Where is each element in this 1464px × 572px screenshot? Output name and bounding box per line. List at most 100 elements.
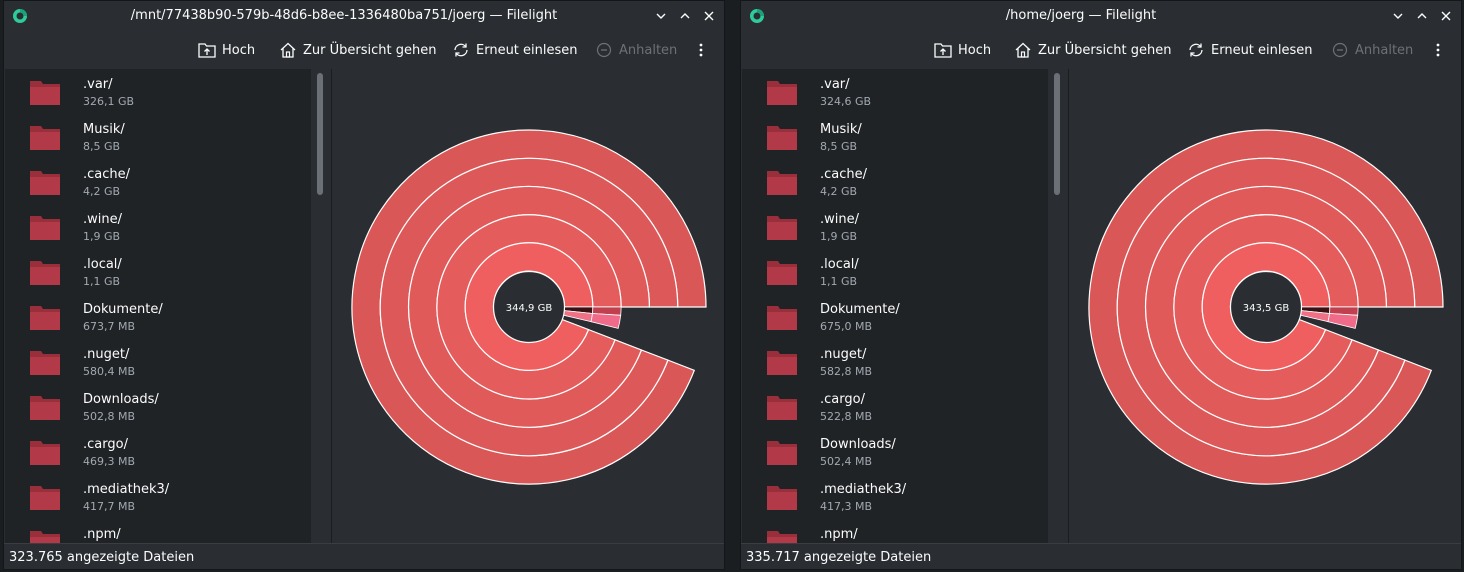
radial-map-view[interactable]: 343,5 GB xyxy=(1068,69,1462,543)
item-name: .cargo/ xyxy=(820,392,865,407)
list-item[interactable]: .var/ 326,1 GB xyxy=(5,69,305,114)
filelight-icon xyxy=(750,9,764,23)
scroll-thumb[interactable] xyxy=(317,73,323,195)
rescan-button[interactable]: Erneut einlesen xyxy=(1187,37,1313,63)
title-bar[interactable]: /home/joerg — Filelight xyxy=(741,1,1461,31)
minimize-button[interactable] xyxy=(1389,7,1407,25)
radial-map[interactable]: 344,9 GB xyxy=(332,69,725,543)
item-size: 580,4 MB xyxy=(83,365,136,378)
item-name: Musik/ xyxy=(820,122,862,137)
stop-icon xyxy=(596,42,612,58)
more-menu-button[interactable] xyxy=(696,37,712,63)
maximize-button[interactable] xyxy=(1413,7,1431,25)
radial-map-view[interactable]: 344,9 GB xyxy=(331,69,725,543)
list-item[interactable]: .wine/ 1,9 GB xyxy=(742,204,1042,249)
rescan-label: Erneut einlesen xyxy=(1211,42,1313,58)
folder-icon xyxy=(767,351,797,375)
item-name: Downloads/ xyxy=(83,392,159,407)
list-item[interactable]: Dokumente/ 675,0 MB xyxy=(742,294,1042,339)
filelight-window-right: /home/joerg — Filelight Hoch Zur Übersic… xyxy=(740,0,1462,570)
stop-button[interactable]: Anhalten xyxy=(1331,37,1413,63)
scroll-thumb[interactable] xyxy=(1054,73,1060,195)
list-item[interactable]: .cargo/ 522,8 MB xyxy=(742,384,1042,429)
folder-icon xyxy=(30,216,60,240)
up-button[interactable]: Hoch xyxy=(934,37,991,63)
list-item[interactable]: .cache/ 4,2 GB xyxy=(742,159,1042,204)
close-icon xyxy=(1441,11,1451,21)
refresh-icon xyxy=(454,43,468,57)
status-bar: 335.717 angezeigte Dateien xyxy=(741,543,1461,569)
list-item[interactable]: .npm/ xyxy=(5,519,305,543)
item-size: 1,9 GB xyxy=(83,230,121,243)
list-item[interactable]: Musik/ 8,5 GB xyxy=(5,114,305,159)
refresh-icon xyxy=(1189,43,1203,57)
list-item[interactable]: Downloads/ 502,4 MB xyxy=(742,429,1042,474)
folder-icon xyxy=(767,81,797,105)
item-name: .nuget/ xyxy=(83,347,130,362)
window-title: /home/joerg — Filelight xyxy=(1005,8,1157,23)
title-bar[interactable]: /mnt/77438b90-579b-48d6-b8ee-1336480ba75… xyxy=(4,1,724,31)
maximize-button[interactable] xyxy=(676,7,694,25)
item-name: .wine/ xyxy=(83,212,122,227)
folder-list: .var/ 324,6 GB Musik/ 8,5 GB .cache/ 4,2… xyxy=(742,69,1048,543)
list-scrollbar[interactable] xyxy=(313,69,327,543)
item-name: Dokumente/ xyxy=(820,302,900,317)
folder-icon xyxy=(767,216,797,240)
ring-segment-small[interactable] xyxy=(590,313,622,329)
window-title: /mnt/77438b90-579b-48d6-b8ee-1336480ba75… xyxy=(130,8,558,23)
folder-icon xyxy=(30,441,60,465)
list-item[interactable]: .nuget/ 582,8 MB xyxy=(742,339,1042,384)
center-size-label: 344,9 GB xyxy=(506,303,553,314)
item-name: .mediathek3/ xyxy=(83,482,170,497)
list-item[interactable]: Downloads/ 502,8 MB xyxy=(5,384,305,429)
overview-button[interactable]: Zur Übersicht gehen xyxy=(1014,37,1171,63)
rescan-button[interactable]: Erneut einlesen xyxy=(452,37,578,63)
list-item[interactable]: .cargo/ 469,3 MB xyxy=(5,429,305,474)
item-size: 502,8 MB xyxy=(83,410,136,423)
list-item[interactable]: .npm/ xyxy=(742,519,1042,543)
list-scrollbar[interactable] xyxy=(1050,69,1064,543)
radial-map[interactable]: 343,5 GB xyxy=(1069,69,1462,543)
folder-icon xyxy=(30,126,60,150)
status-bar: 323.765 angezeigte Dateien xyxy=(4,543,724,569)
item-size: 4,2 GB xyxy=(820,185,858,198)
stop-button[interactable]: Anhalten xyxy=(595,37,677,63)
close-button[interactable] xyxy=(700,7,718,25)
folder-icon xyxy=(767,441,797,465)
stop-label: Anhalten xyxy=(619,42,678,58)
ring-segment-small[interactable] xyxy=(1327,313,1359,329)
home-icon xyxy=(280,42,296,58)
filelight-icon xyxy=(13,9,27,23)
folder-icon xyxy=(767,126,797,150)
status-text: 335.717 angezeigte Dateien xyxy=(746,550,932,565)
list-item[interactable]: .wine/ 1,9 GB xyxy=(5,204,305,249)
item-size: 324,6 GB xyxy=(820,95,872,108)
overview-label: Zur Übersicht gehen xyxy=(303,42,437,58)
list-item[interactable]: .mediathek3/ 417,3 MB xyxy=(742,474,1042,519)
close-icon xyxy=(704,11,714,21)
folder-icon xyxy=(30,486,60,510)
list-item[interactable]: .nuget/ 580,4 MB xyxy=(5,339,305,384)
list-item[interactable]: .local/ 1,1 GB xyxy=(5,249,305,294)
item-size: 326,1 GB xyxy=(83,95,135,108)
item-size: 582,8 MB xyxy=(820,365,873,378)
close-button[interactable] xyxy=(1437,7,1455,25)
folder-icon xyxy=(30,261,60,285)
folder-icon xyxy=(767,261,797,285)
list-item[interactable]: Musik/ 8,5 GB xyxy=(742,114,1042,159)
item-name: Downloads/ xyxy=(820,437,896,452)
list-item[interactable]: .mediathek3/ 417,7 MB xyxy=(5,474,305,519)
minimize-button[interactable] xyxy=(652,7,670,25)
item-name: Dokumente/ xyxy=(83,302,163,317)
list-item[interactable]: .local/ 1,1 GB xyxy=(742,249,1042,294)
item-size: 4,2 GB xyxy=(83,185,121,198)
overview-button[interactable]: Zur Übersicht gehen xyxy=(279,37,436,63)
more-menu-button[interactable] xyxy=(1433,37,1449,63)
item-name: .wine/ xyxy=(820,212,859,227)
stop-label: Anhalten xyxy=(1355,42,1414,58)
list-item[interactable]: .var/ 324,6 GB xyxy=(742,69,1042,114)
more-vertical-icon xyxy=(1436,43,1440,57)
up-button[interactable]: Hoch xyxy=(198,37,255,63)
list-item[interactable]: .cache/ 4,2 GB xyxy=(5,159,305,204)
list-item[interactable]: Dokumente/ 673,7 MB xyxy=(5,294,305,339)
